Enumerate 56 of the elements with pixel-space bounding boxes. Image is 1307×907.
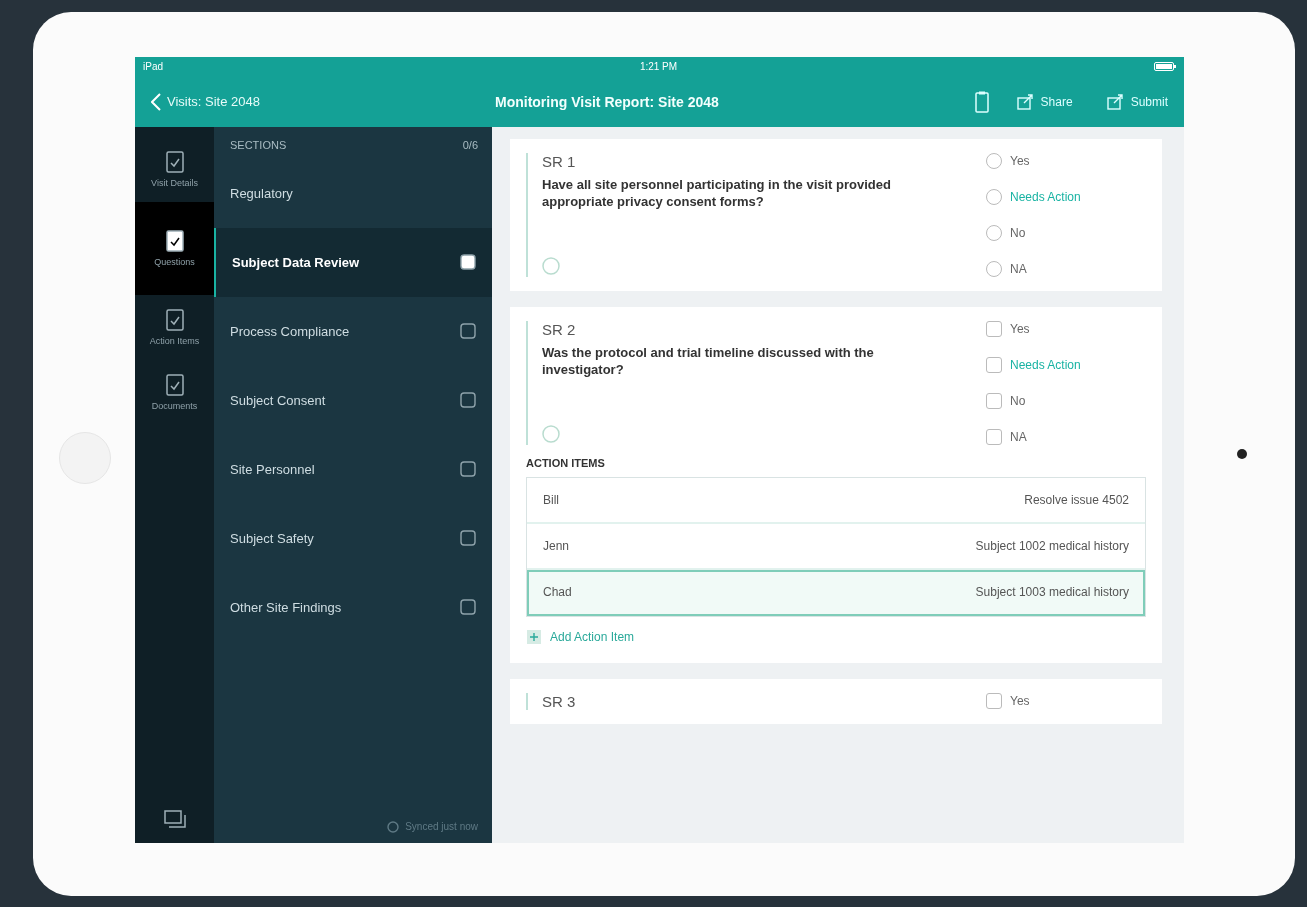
document-icon xyxy=(165,229,184,252)
rail-tab[interactable]: Questions xyxy=(135,201,214,295)
owner-name: Chad xyxy=(543,584,572,599)
sections-heading: SECTIONS xyxy=(230,138,287,151)
answer-option[interactable]: Yes xyxy=(986,320,1146,337)
action-item-row[interactable]: Bill Resolve issue 4502 xyxy=(527,477,1145,524)
section-item[interactable]: Subject Data Review xyxy=(214,227,492,297)
clock-time: 1:21 PM xyxy=(639,61,678,72)
sync-status: Synced just now xyxy=(405,821,478,832)
answer-option[interactable]: Yes xyxy=(986,152,1146,169)
comment-icon[interactable] xyxy=(542,256,560,275)
checkbox[interactable] xyxy=(986,356,1002,373)
carrier-label: iPad xyxy=(143,61,163,72)
section-item[interactable]: Other Site Findings xyxy=(214,572,492,642)
question-code: SR 3 xyxy=(542,692,576,710)
action-item-row[interactable]: Chad Subject 1003 medical history xyxy=(527,569,1145,616)
checkbox[interactable] xyxy=(986,392,1002,409)
answer-option[interactable]: No xyxy=(986,224,1146,241)
clipboard-icon[interactable] xyxy=(974,90,989,113)
answer-option[interactable]: No xyxy=(986,392,1146,409)
answer-option[interactable]: NA xyxy=(986,260,1146,277)
document-icon xyxy=(165,373,184,396)
action-items-heading: ACTION ITEMS xyxy=(526,456,606,469)
task-text: Subject 1002 medical history xyxy=(975,538,1129,553)
question-text: Have all site personnel participating in the visit provided appropriate privacy consent forms? xyxy=(542,175,892,211)
comment-icon[interactable] xyxy=(542,424,560,443)
camera-icon xyxy=(1236,448,1247,459)
checkbox[interactable] xyxy=(986,692,1002,709)
rail-tab[interactable]: Visit Details xyxy=(135,136,214,202)
checkbox[interactable] xyxy=(986,428,1002,445)
question-text: Was the protocol and trial timeline discussed with the investigator? xyxy=(542,343,875,379)
task-text: Resolve issue 4502 xyxy=(1024,492,1129,507)
screen-title: Monitoring Visit Report: Site 2048 xyxy=(495,93,720,110)
task-text: Subject 1003 medical history xyxy=(975,584,1129,599)
owner-name: Jenn xyxy=(543,538,570,553)
answer-option[interactable]: NA xyxy=(986,428,1146,445)
progress-count: 0/6 xyxy=(462,138,478,151)
section-item[interactable]: Process Compliance xyxy=(214,296,492,366)
question-code: SR 1 xyxy=(542,152,576,170)
share-icon xyxy=(1016,93,1035,110)
chevron-left-icon xyxy=(151,92,161,111)
owner-name: Bill xyxy=(543,492,559,507)
section-item[interactable]: Regulatory xyxy=(214,158,492,228)
section-item[interactable]: Subject Safety xyxy=(214,503,492,573)
rail-tab[interactable]: Documents xyxy=(135,359,214,425)
document-icon xyxy=(165,308,184,331)
section-item[interactable]: Site Personnel xyxy=(214,434,492,504)
plus-icon xyxy=(526,628,542,645)
answer-option[interactable]: Yes xyxy=(986,692,1146,709)
section-item[interactable]: Subject Consent xyxy=(214,365,492,435)
document-icon xyxy=(165,150,184,173)
battery-icon xyxy=(1154,62,1176,71)
question-code: SR 2 xyxy=(542,320,576,338)
rail-tab[interactable]: Action Items xyxy=(135,294,214,360)
upload-icon xyxy=(1106,93,1125,110)
checkbox[interactable] xyxy=(986,320,1002,337)
